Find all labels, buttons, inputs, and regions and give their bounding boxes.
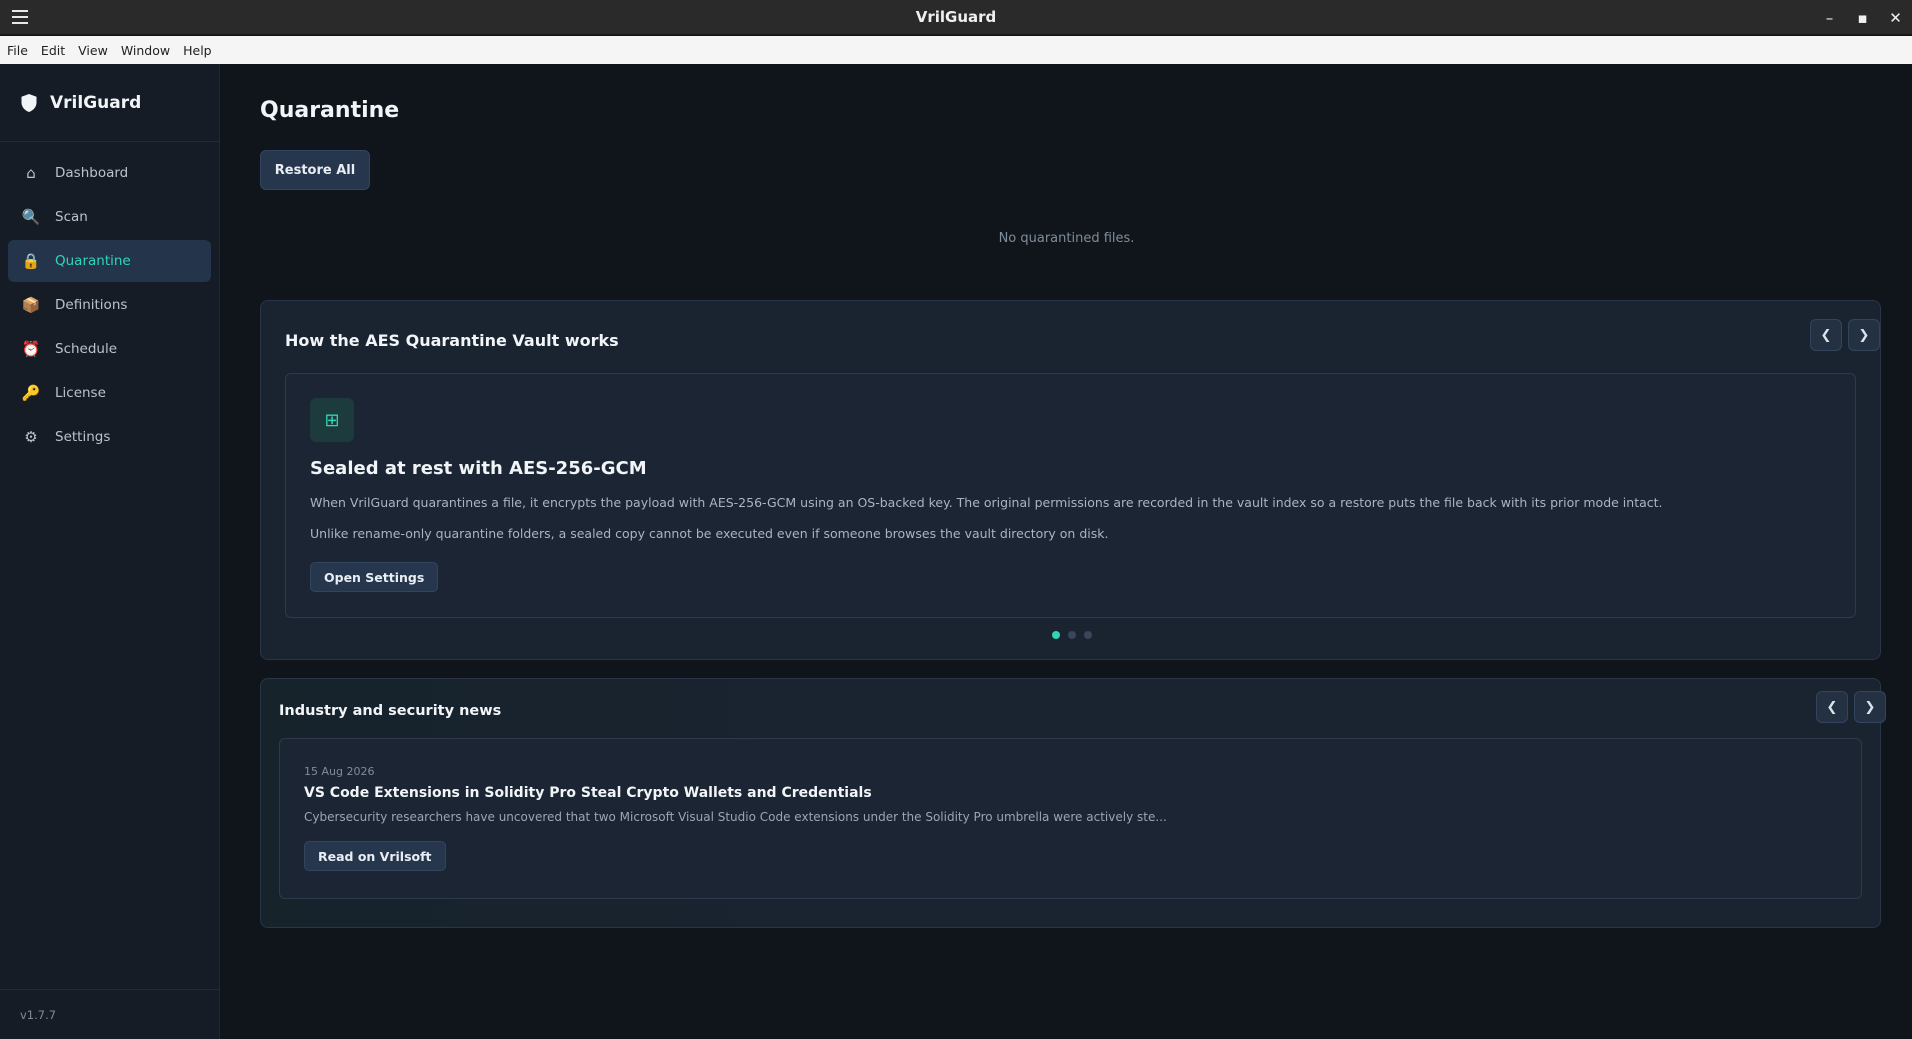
carousel-dot[interactable] [1083,631,1092,639]
empty-state-message: No quarantined files. [998,231,1135,246]
menu-help[interactable]: Help [183,43,219,58]
vault-grid-icon: ⊞ [310,398,354,442]
news-prev-button[interactable]: ❮ [1816,691,1848,723]
lock-icon: 🔒 [21,252,41,270]
sidebar-item-definitions[interactable]: 📦 Definitions [8,284,211,326]
package-icon: 📦 [21,296,41,314]
window-title: VrilGuard [915,8,997,26]
main-content: Quarantine Restore All No quarantined fi… [221,64,1912,1039]
sidebar: VrilGuard ⌂ Dashboard 🔍 Scan 🔒 Quarantin… [0,64,220,1039]
hamburger-menu-icon[interactable] [12,10,28,24]
sidebar-item-label: Quarantine [55,253,131,269]
slide-paragraph: When VrilGuard quarantines a file, it en… [310,495,1663,510]
slide-paragraph: Unlike rename-only quarantine folders, a… [310,526,1109,541]
menu-bar: File Edit View Window Help [0,36,1912,64]
carousel-title: How the AES Quarantine Vault works [285,331,619,350]
brand: VrilGuard [0,64,219,142]
sidebar-item-settings[interactable]: ⚙ Settings [8,416,211,458]
key-icon: 🔑 [21,384,41,402]
carousel-dot[interactable] [1067,631,1076,639]
sidebar-item-label: Dashboard [55,165,129,181]
news-carousel: Industry and security news ❮ ❯ 15 Aug 20… [260,678,1886,928]
title-bar: VrilGuard – ▪ ✕ [0,0,1912,35]
sidebar-item-schedule[interactable]: ⏰ Schedule [8,328,211,370]
menu-file[interactable]: File [7,43,35,58]
menu-edit[interactable]: Edit [41,43,72,58]
close-icon[interactable]: ✕ [1879,0,1912,35]
brand-name: VrilGuard [50,92,142,113]
news-next-button[interactable]: ❯ [1854,691,1886,723]
slide-heading: Sealed at rest with AES-256-GCM [310,458,647,479]
vault-info-carousel: How the AES Quarantine Vault works ❮ ❯ ⊞… [260,300,1881,660]
carousel-dot[interactable] [1051,631,1060,639]
restore-all-button[interactable]: Restore All [260,150,370,190]
sidebar-item-label: Schedule [55,341,118,357]
sidebar-item-label: Definitions [55,297,128,313]
sidebar-item-label: Scan [55,209,88,225]
sidebar-item-quarantine[interactable]: 🔒 Quarantine [8,240,211,282]
maximize-icon[interactable]: ▪ [1846,0,1879,35]
news-excerpt: Cybersecurity researchers have uncovered… [304,810,1167,824]
sidebar-item-license[interactable]: 🔑 License [8,372,211,414]
sidebar-item-dashboard[interactable]: ⌂ Dashboard [8,152,211,194]
magnifier-icon: 🔍 [21,208,41,226]
news-date: 15 Aug 2026 [304,765,375,778]
news-section-title: Industry and security news [279,703,502,719]
open-settings-button[interactable]: Open Settings [310,562,439,592]
carousel-prev-button[interactable]: ❮ [1810,319,1842,351]
sidebar-item-label: Settings [55,429,111,445]
window-controls: – ▪ ✕ [1813,0,1912,35]
carousel-next-button[interactable]: ❯ [1848,319,1880,351]
menu-view[interactable]: View [78,43,115,58]
app-version: v1.7.7 [0,989,219,1039]
sidebar-item-scan[interactable]: 🔍 Scan [8,196,211,238]
news-headline: VS Code Extensions in Solidity Pro Steal… [304,785,872,801]
home-icon: ⌂ [26,164,36,182]
shield-icon [21,93,37,112]
sidebar-item-label: License [55,385,106,401]
minimize-icon[interactable]: – [1813,0,1846,35]
carousel-slide: ⊞ Sealed at rest with AES-256-GCM When V… [285,373,1856,618]
sidebar-nav: ⌂ Dashboard 🔍 Scan 🔒 Quarantine 📦 Defini… [0,142,219,458]
gear-icon: ⚙ [24,428,38,446]
news-item: 15 Aug 2026 VS Code Extensions in Solidi… [279,738,1862,899]
carousel-pagination [261,631,1882,639]
page-title: Quarantine [260,98,400,123]
read-on-vrilsoft-button[interactable]: Read on Vrilsoft [304,841,446,871]
alarm-clock-icon: ⏰ [21,340,41,358]
menu-window[interactable]: Window [121,43,177,58]
